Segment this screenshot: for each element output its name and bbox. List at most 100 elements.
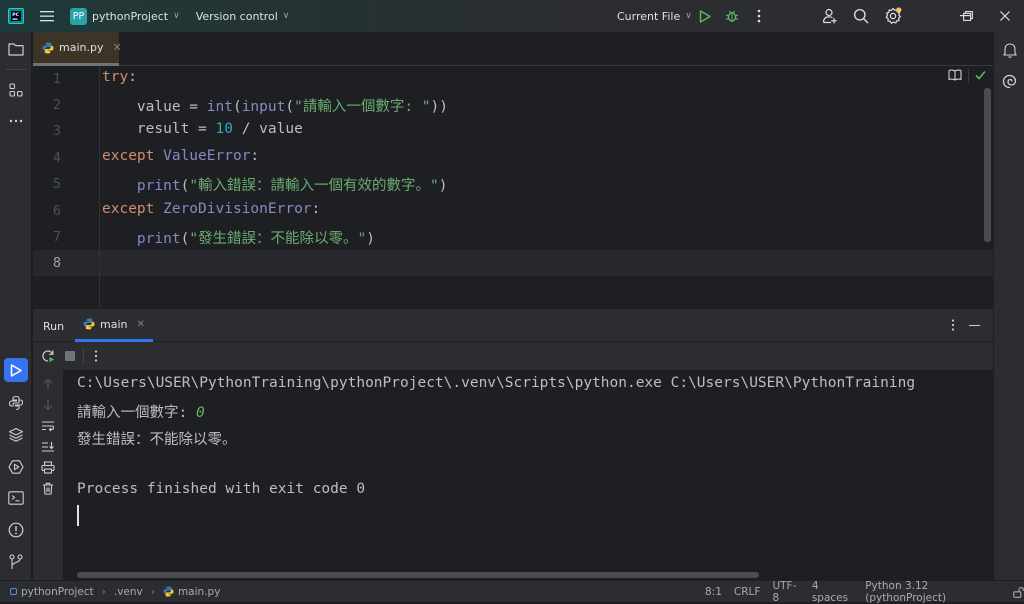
close-window-button[interactable] (990, 0, 1020, 32)
caret-position[interactable]: 8:1 (705, 586, 722, 598)
python-file-icon (163, 586, 174, 597)
down-arrow-icon[interactable] (42, 399, 54, 411)
problems-icon[interactable] (0, 517, 32, 543)
class-name: ValueError (154, 148, 251, 164)
more-actions-icon[interactable] (752, 0, 766, 32)
editor-tab-main-py[interactable]: main.py ✕ (33, 32, 122, 66)
debug-button[interactable] (724, 0, 740, 32)
editor-tab-bar: main.py ✕ (33, 32, 993, 66)
ai-assistant-icon[interactable] (994, 68, 1024, 94)
version-control-label: Version control (195, 9, 278, 23)
gutter-divider (99, 66, 100, 308)
project-selector[interactable]: PP pythonProject ∨ (70, 7, 180, 25)
code-text: result = (102, 121, 216, 137)
punct: : (311, 201, 321, 217)
chevron-down-icon: ∨ (685, 11, 692, 21)
add-user-icon[interactable] (820, 0, 840, 32)
more-run-actions-icon[interactable] (94, 350, 98, 362)
keyword: except (102, 148, 155, 164)
read-only-lock-icon[interactable] (1013, 586, 1024, 598)
services-icon[interactable] (0, 454, 32, 480)
breadcrumb-project[interactable]: pythonProject (21, 586, 94, 598)
console-side-toolbar (33, 370, 63, 580)
console-command-line: C:\Users\USER\PythonTraining\pythonProje… (77, 375, 916, 391)
hide-panel-icon[interactable] (969, 325, 980, 327)
line-number: 6 (52, 203, 61, 219)
run-console-output[interactable]: C:\Users\USER\PythonTraining\pythonProje… (63, 370, 993, 580)
punct: : (250, 148, 260, 164)
breadcrumb-file[interactable]: main.py (178, 586, 220, 598)
class-name: ZeroDivisionError (154, 201, 312, 217)
punct: ( (232, 99, 242, 115)
python-console-icon[interactable] (0, 390, 32, 416)
file-encoding[interactable]: UTF-8 (772, 580, 799, 604)
chevron-right-icon: › (101, 585, 106, 598)
run-tool-window-button[interactable] (4, 358, 28, 382)
rerun-icon[interactable] (41, 349, 55, 363)
notifications-bell-icon[interactable] (994, 37, 1024, 63)
up-arrow-icon[interactable] (42, 378, 54, 390)
scroll-to-end-icon[interactable] (41, 441, 55, 453)
terminal-icon[interactable] (0, 485, 32, 511)
version-control-selector[interactable]: Version control ∨ (196, 10, 290, 23)
inspection-ok-check-icon[interactable] (975, 70, 986, 80)
indent-setting[interactable]: 4 spaces (812, 580, 853, 604)
punct: ( (180, 178, 190, 194)
punct: : (128, 69, 137, 85)
code-line-3: result = 10 / value (102, 121, 303, 137)
tab-label: main.py (59, 41, 104, 54)
number-literal: 10 (215, 121, 233, 137)
run-icon (10, 363, 22, 377)
console-prompt: 請輸入一個數字: (77, 405, 196, 421)
line-ending[interactable]: CRLF (734, 586, 761, 598)
soft-wrap-icon[interactable] (41, 420, 55, 432)
code-line-5: print("輸入錯誤：請輸入一個有效的數字。") (102, 174, 448, 195)
structure-icon[interactable] (0, 77, 32, 103)
run-tab-main[interactable]: main ✕ (75, 309, 153, 342)
close-run-tab-icon[interactable]: ✕ (136, 319, 144, 330)
console-error-line: 發生錯誤：不能除以零。 (77, 432, 237, 448)
line-number: 2 (52, 97, 61, 113)
keyword: try (102, 69, 129, 85)
console-horizontal-scrollbar[interactable] (77, 572, 759, 578)
chevron-down-icon: ∨ (173, 11, 180, 21)
project-folder-icon[interactable] (0, 36, 32, 62)
builtin: input (241, 99, 286, 115)
pycharm-logo-icon[interactable]: PC (0, 0, 32, 32)
stop-button[interactable] (65, 351, 75, 361)
punct: )) (430, 99, 448, 115)
builtin: print (136, 231, 181, 247)
editor-vertical-scrollbar[interactable] (984, 88, 991, 242)
reader-mode-book-icon[interactable] (948, 69, 962, 81)
code-editor[interactable]: 1 2 3 4 5 6 7 8 try: value = int(input("… (33, 66, 993, 308)
more-tool-windows-icon[interactable] (0, 108, 32, 134)
left-tool-window-bar (0, 32, 32, 580)
console-prompt-line: 請輸入一個數字: 0 (77, 401, 205, 422)
run-panel-title: Run (43, 320, 65, 333)
string-literal: "發生錯誤：不能除以零。" (189, 231, 367, 247)
title-bar: PC PP pythonProject ∨ Version control ∨ … (0, 0, 1024, 32)
version-control-icon[interactable] (0, 549, 32, 575)
print-icon[interactable] (41, 461, 55, 474)
builtin: print (136, 178, 181, 194)
breadcrumb-venv[interactable]: .venv (114, 586, 143, 598)
clear-trash-icon[interactable] (42, 482, 54, 495)
divider (968, 69, 969, 83)
project-name: pythonProject (92, 9, 169, 23)
python-interpreter[interactable]: Python 3.12 (pythonProject) (865, 580, 997, 604)
main-menu-icon[interactable] (32, 0, 62, 32)
search-icon[interactable] (851, 0, 871, 32)
maximize-restore-icon[interactable] (953, 0, 983, 32)
run-panel-options-icon[interactable] (951, 319, 955, 331)
close-tab-icon[interactable]: ✕ (112, 41, 121, 54)
run-button[interactable] (697, 0, 713, 32)
line-number: 3 (52, 123, 61, 139)
python-packages-icon[interactable] (0, 422, 32, 448)
run-config-selector[interactable]: Current File ∨ (617, 0, 692, 32)
settings-gear-icon[interactable] (882, 0, 904, 32)
line-number: 7 (52, 229, 61, 245)
console-user-input: 0 (195, 405, 205, 421)
project-module-icon (10, 588, 17, 595)
